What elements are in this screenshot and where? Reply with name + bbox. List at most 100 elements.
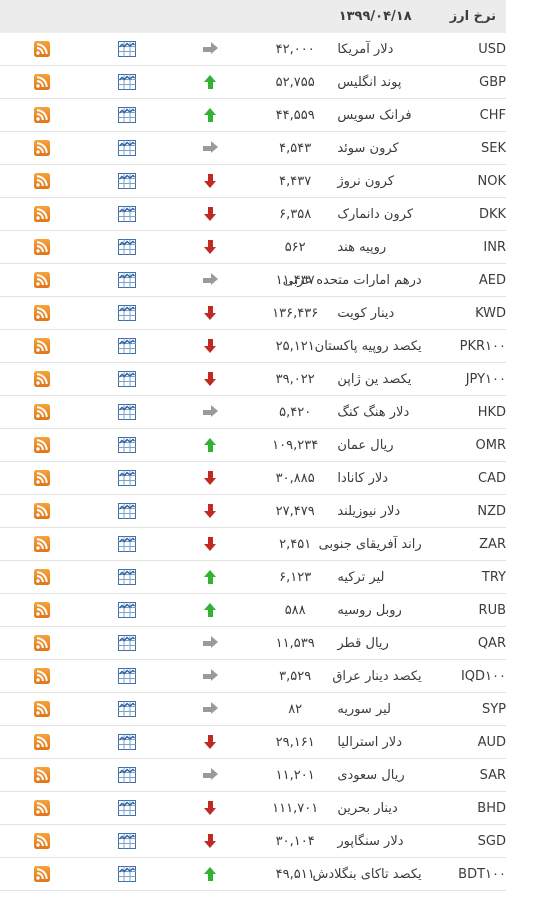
rss-link-cell[interactable]: [0, 659, 85, 693]
chart-link-cell[interactable]: [84, 791, 169, 825]
chart-link-cell[interactable]: [84, 395, 169, 429]
trend-indicator-cell: [168, 263, 254, 297]
chart-link-cell[interactable]: [84, 725, 169, 759]
table-row[interactable]: USD دلار آمریکا ۴۲,۰۰۰: [0, 33, 506, 66]
table-row[interactable]: HKD دلار هنگ کنگ ۵,۴۲۰: [0, 395, 506, 429]
rss-link-cell[interactable]: [0, 791, 85, 825]
rss-icon: [34, 800, 51, 816]
arrow-up-icon: [203, 569, 218, 585]
rss-link-cell[interactable]: [0, 230, 85, 264]
currency-name-cell: لیر ترکیه: [337, 560, 422, 594]
rss-link-cell[interactable]: [0, 692, 85, 726]
chart-link-cell[interactable]: [84, 263, 169, 297]
rss-link-cell[interactable]: [0, 263, 85, 297]
arrow-flat-icon: [203, 41, 219, 57]
rss-link-cell[interactable]: [0, 593, 85, 627]
chart-link-cell[interactable]: [84, 131, 169, 165]
table-row[interactable]: ZAR راند آفریقای جنوبی ۲,۴۵۱: [0, 527, 506, 561]
exchange-rate-table: نرخ ارز ۱۳۹۹/۰۴/۱۸ USD دلار آمریکا ۴۲,۰۰۰ G…: [0, 0, 506, 899]
chart-link-cell[interactable]: [84, 197, 169, 231]
rss-link-cell[interactable]: [0, 164, 85, 198]
chart-link-cell[interactable]: [84, 692, 169, 726]
chart-link-cell[interactable]: [84, 758, 169, 792]
column-header-date: ۱۳۹۹/۰۴/۱۸: [337, 0, 422, 33]
table-row-partial[interactable]: [0, 890, 506, 899]
rss-link-cell[interactable]: [0, 362, 85, 396]
chart-link-cell[interactable]: [84, 164, 169, 198]
table-row[interactable]: NOK کرون نروژ ۴,۴۳۷: [0, 164, 506, 198]
rss-link-cell[interactable]: [0, 494, 85, 528]
table-row[interactable]: AED درهم امارات متحده عربی ۱۱,۴۳۷: [0, 263, 506, 297]
table-row[interactable]: TRY لیر ترکیه ۶,۱۲۳: [0, 560, 506, 594]
currency-value-cell: ۵۲,۷۵۵: [253, 65, 338, 99]
table-row[interactable]: GBP پوند انگلیس ۵۲,۷۵۵: [0, 65, 506, 99]
chart-link-cell[interactable]: [84, 494, 169, 528]
currency-value-cell: ۵,۴۲۰: [253, 395, 338, 429]
chart-link-cell[interactable]: [84, 296, 169, 330]
rss-link-cell[interactable]: [0, 560, 85, 594]
rss-link-cell[interactable]: [0, 197, 85, 231]
chart-link-cell[interactable]: [84, 560, 169, 594]
chart-link-cell[interactable]: [84, 857, 169, 891]
trend-indicator-cell: [168, 362, 254, 396]
table-row[interactable]: BDT۱۰۰ یکصد تاکای بنگلادش ۴۹,۵۱۱: [0, 857, 506, 891]
currency-name-cell: پوند انگلیس: [337, 65, 422, 99]
chart-link-cell[interactable]: [84, 230, 169, 264]
chart-link-cell[interactable]: [84, 428, 169, 462]
table-row[interactable]: INR روپیه هند ۵۶۲: [0, 230, 506, 264]
table-row[interactable]: CAD دلار کانادا ۳۰,۸۸۵: [0, 461, 506, 495]
rss-icon: [34, 404, 51, 420]
table-row[interactable]: IQD۱۰۰ یکصد دینار عراق ۳,۵۲۹: [0, 659, 506, 693]
rss-link-cell[interactable]: [0, 65, 85, 99]
table-row[interactable]: QAR ریال قطر ۱۱,۵۳۹: [0, 626, 506, 660]
rss-link-cell[interactable]: [0, 725, 85, 759]
arrow-down-icon: [203, 206, 218, 222]
table-row[interactable]: CHF فرانک سویس ۴۴,۵۵۹: [0, 98, 506, 132]
table-row[interactable]: SGD دلار سنگاپور ۳۰,۱۰۴: [0, 824, 506, 858]
table-row[interactable]: SAR ریال سعودی ۱۱,۲۰۱: [0, 758, 506, 792]
rss-link-cell[interactable]: [0, 527, 85, 561]
rss-link-cell[interactable]: [0, 98, 85, 132]
currency-code-cell: SGD: [421, 824, 506, 858]
chart-link-cell[interactable]: [84, 65, 169, 99]
rss-link-cell[interactable]: [0, 296, 85, 330]
currency-code: HKD: [477, 404, 506, 420]
table-row[interactable]: PKR۱۰۰ یکصد روپیه پاکستان ۲۵,۱۲۱: [0, 329, 506, 363]
trend-indicator-cell: [168, 230, 254, 264]
table-row[interactable]: SYP لیر سوریه ۸۲: [0, 692, 506, 726]
rss-link-cell[interactable]: [0, 395, 85, 429]
table-row[interactable]: SEK کرون سوئد ۴,۵۴۳: [0, 131, 506, 165]
table-row[interactable]: AUD دلار استرالیا ۲۹,۱۶۱: [0, 725, 506, 759]
rss-link-cell[interactable]: [0, 461, 85, 495]
table-row[interactable]: RUB روبل روسیه ۵۸۸: [0, 593, 506, 627]
trend-indicator-cell: [168, 395, 254, 429]
chart-link-cell[interactable]: [84, 362, 169, 396]
chart-link-cell[interactable]: [84, 33, 169, 66]
rss-link-cell[interactable]: [0, 824, 85, 858]
rss-link-cell[interactable]: [0, 33, 85, 66]
rss-link-cell[interactable]: [0, 758, 85, 792]
table-row[interactable]: KWD دینار کویت ۱۳۶,۴۳۶: [0, 296, 506, 330]
chart-link-cell[interactable]: [84, 98, 169, 132]
chart-link-cell[interactable]: [84, 659, 169, 693]
chart-link-cell[interactable]: [84, 626, 169, 660]
currency-name-cell: دلار سنگاپور: [337, 824, 422, 858]
rss-link-cell[interactable]: [0, 626, 85, 660]
chart-link-cell[interactable]: [84, 329, 169, 363]
rss-link-cell[interactable]: [0, 131, 85, 165]
currency-code: GBP: [479, 74, 506, 90]
table-row[interactable]: BHD دینار بحرین ۱۱۱,۷۰۱: [0, 791, 506, 825]
rss-link-cell[interactable]: [0, 329, 85, 363]
table-row[interactable]: NZD دلار نیوزیلند ۲۷,۴۷۹: [0, 494, 506, 528]
chart-link-cell[interactable]: [84, 824, 169, 858]
chart-link-cell[interactable]: [84, 527, 169, 561]
rss-link-cell[interactable]: [0, 857, 85, 891]
table-row[interactable]: DKK کرون دانمارک ۶,۳۵۸: [0, 197, 506, 231]
arrow-down-icon: [203, 503, 218, 519]
chart-link-cell[interactable]: [84, 461, 169, 495]
table-row[interactable]: OMR ریال عمان ۱۰۹,۲۳۴: [0, 428, 506, 462]
currency-code-cell: SEK: [421, 131, 506, 165]
table-row[interactable]: JPY۱۰۰ یکصد ین ژاپن ۳۹,۰۲۲: [0, 362, 506, 396]
chart-link-cell[interactable]: [84, 593, 169, 627]
rss-link-cell[interactable]: [0, 428, 85, 462]
